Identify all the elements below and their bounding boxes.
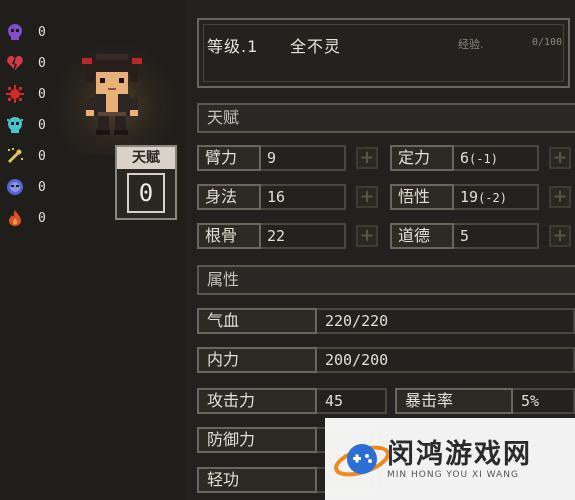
prop-label-attack: 攻击力: [197, 388, 317, 414]
stat-label-strength: 臂力: [197, 145, 261, 171]
prop-value-hp: 220/220: [317, 308, 575, 334]
purple-skull-icon: [6, 23, 24, 41]
talent-points-value: 0: [127, 173, 165, 213]
status-value: 0: [38, 210, 46, 226]
add-comprehension-button[interactable]: +: [549, 186, 571, 208]
gamepad-logo-icon: [333, 430, 391, 488]
stat-value-comprehension: 19(-2): [454, 184, 539, 210]
stat-value-willpower: 6(-1): [454, 145, 539, 171]
cyan-skull-icon: [6, 116, 24, 134]
status-row-virus: 0: [6, 84, 46, 104]
prop-label-inner-power: 内力: [197, 347, 317, 373]
talent-points-card: 天赋 0: [115, 145, 177, 220]
bone-sparkle-icon: [6, 147, 24, 165]
watermark-subtitle: MIN HONG YOU XI WANG: [387, 470, 519, 480]
prop-label-crit: 暴击率: [395, 388, 513, 414]
fire-icon: [6, 209, 24, 227]
exp-label: 经验.: [458, 38, 484, 51]
add-morality-button[interactable]: +: [549, 225, 571, 247]
status-row-heart: 0: [6, 53, 46, 73]
prop-value-inner-power: 200/200: [317, 347, 575, 373]
add-strength-button[interactable]: +: [356, 147, 378, 169]
add-willpower-button[interactable]: +: [549, 147, 571, 169]
section-talent: 天赋: [197, 103, 575, 133]
blue-mask-icon: [6, 178, 24, 196]
stat-value-agility: 16: [261, 184, 346, 210]
status-value: 0: [38, 148, 46, 164]
prop-value-attack: 45: [317, 388, 387, 414]
status-row-skull: 0: [6, 22, 46, 42]
add-agility-button[interactable]: +: [356, 186, 378, 208]
status-value: 0: [38, 179, 46, 195]
status-value: 0: [38, 86, 46, 102]
stat-label-morality: 道德: [390, 223, 454, 249]
stat-label-constitution: 根骨: [197, 223, 261, 249]
stat-label-comprehension: 悟性: [390, 184, 454, 210]
stat-value-strength: 9: [261, 145, 346, 171]
character-name: 全不灵: [290, 37, 342, 56]
section-attributes: 属性: [197, 265, 575, 295]
status-row-mask: 0: [6, 177, 46, 197]
red-virus-icon: [6, 85, 24, 103]
prop-label-defense: 防御力: [197, 427, 317, 453]
status-value: 0: [38, 117, 46, 133]
status-value: 0: [38, 24, 46, 40]
stat-label-willpower: 定力: [390, 145, 454, 171]
character-portrait[interactable]: [72, 48, 152, 138]
status-row-fire: 0: [6, 208, 46, 228]
broken-heart-icon: [6, 54, 24, 72]
stat-value-morality: 5: [454, 223, 539, 249]
site-watermark: 闵鸿游戏网 MIN HONG YOU XI WANG: [325, 418, 575, 500]
status-row-bone: 0: [6, 146, 46, 166]
status-row-cyan-skull: 0: [6, 115, 46, 135]
prop-value-crit: 5%: [513, 388, 575, 414]
status-value: 0: [38, 55, 46, 71]
stat-value-constitution: 22: [261, 223, 346, 249]
watermark-title: 闵鸿游戏网: [387, 439, 532, 470]
prop-label-hp: 气血: [197, 308, 317, 334]
stat-label-agility: 身法: [197, 184, 261, 210]
prop-label-lightness: 轻功: [197, 467, 317, 493]
talent-card-title: 天赋: [117, 147, 175, 169]
level-label: 等级.1: [207, 37, 259, 56]
add-constitution-button[interactable]: +: [356, 225, 378, 247]
exp-value: 0/100: [532, 37, 563, 48]
